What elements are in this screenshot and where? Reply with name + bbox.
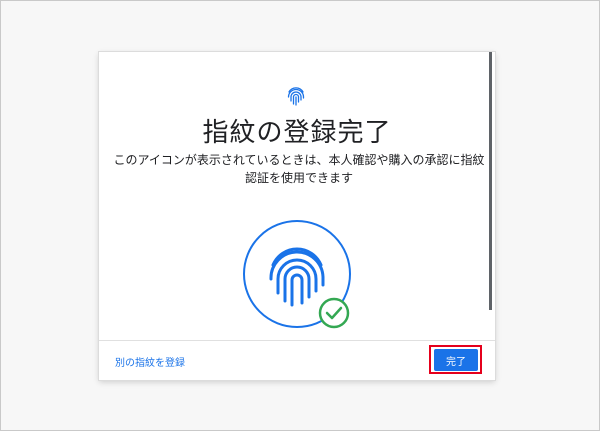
fingerprint-illustration [243,220,351,329]
dialog-title: 指紋の登録完了 [202,118,392,148]
fingerprint-icon [287,87,305,106]
check-circle-icon [318,297,350,329]
fingerprint-complete-dialog: 指紋の登録完了 このアイコンが表示されているときは、本人確認や購入の承認に指紋認… [99,52,495,380]
footer-divider [99,340,495,341]
screenshot-frame: 指紋の登録完了 このアイコンが表示されているときは、本人確認や購入の承認に指紋認… [0,0,600,431]
scrollbar[interactable] [489,52,492,310]
done-button[interactable]: 完了 [434,349,478,371]
dialog-description: このアイコンが表示されているときは、本人確認や購入の承認に指紋認証を使用できます [113,153,485,185]
add-another-fingerprint-link[interactable]: 別の指紋を登録 [115,354,185,369]
